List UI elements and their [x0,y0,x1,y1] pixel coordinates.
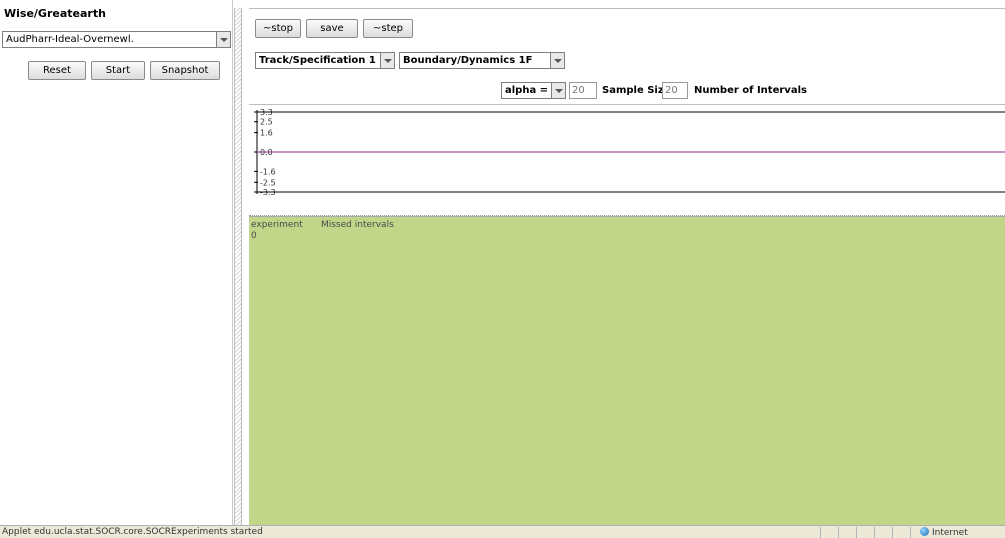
y-tick-label: -2.5 [260,178,276,187]
y-tick-label: 2.5 [260,118,273,127]
status-divider [838,527,839,538]
status-divider [856,527,857,538]
status-divider [910,527,911,538]
chevron-down-icon[interactable] [551,83,565,98]
globe-icon [920,527,929,536]
status-divider [874,527,875,538]
missed-intervals-column-header: Missed intervals [321,220,394,230]
experiment-selector[interactable]: AudPharr-Ideal-Overnewl. [2,31,231,48]
track-dropdown-value: Track/Specification 1 [259,55,376,66]
zone-label: Internet [932,528,968,538]
chevron-down-icon[interactable] [550,53,564,68]
snapshot-button[interactable]: Snapshot [150,61,220,80]
interval-chart: 3.3 2.5 1.6 0.0 -1.6 -2.5 -3.3 [249,106,1005,210]
result-row-value: 0 [251,231,257,241]
boundary-dropdown[interactable]: Boundary/Dynamics 1F [399,52,565,69]
chevron-down-icon[interactable] [216,32,230,47]
stop-button[interactable]: ~stop [255,19,301,38]
security-zone: Internet [920,527,968,538]
browser-window: Wise/Greatearth AudPharr-Ideal-Overnewl.… [0,0,1005,538]
boundary-dropdown-value: Boundary/Dynamics 1F [403,55,533,66]
save-button[interactable]: save [306,19,358,38]
experiment-column-header: experiment [251,220,303,230]
alpha-dropdown[interactable]: alpha = 0.01 [501,82,566,99]
results-panel: experiment Missed intervals 0 [249,216,1005,525]
y-tick-label: -1.6 [260,167,276,176]
vertical-splitter[interactable] [234,8,242,525]
sample-size-input[interactable]: 20 [662,82,688,99]
chevron-down-icon[interactable] [380,53,394,68]
status-divider [820,527,821,538]
panel-title: Wise/Greatearth [4,7,106,20]
y-tick-label: 1.6 [260,129,273,138]
step-button[interactable]: ~step [363,19,413,38]
control-toolbar: ~stop save ~step Track/Specification 1 B… [249,8,1005,105]
status-text: Applet edu.ucla.stat.SOCR.core.SOCRExper… [2,527,263,537]
alpha-input[interactable]: 20 [569,82,597,99]
start-button[interactable]: Start [91,61,145,80]
reset-button[interactable]: Reset [28,61,86,80]
status-bar: Applet edu.ucla.stat.SOCR.core.SOCRExper… [0,525,1005,538]
chart-canvas: 3.32.51.60.0-1.6-2.5-3.3 [254,108,1005,197]
intervals-label: Number of Intervals [694,85,807,96]
status-divider [892,527,893,538]
experiment-selector-value: AudPharr-Ideal-Overnewl. [6,34,134,45]
track-dropdown[interactable]: Track/Specification 1 [255,52,395,69]
left-panel: Wise/Greatearth AudPharr-Ideal-Overnewl.… [0,0,233,525]
sample-size-label: Sample Size [602,85,671,96]
